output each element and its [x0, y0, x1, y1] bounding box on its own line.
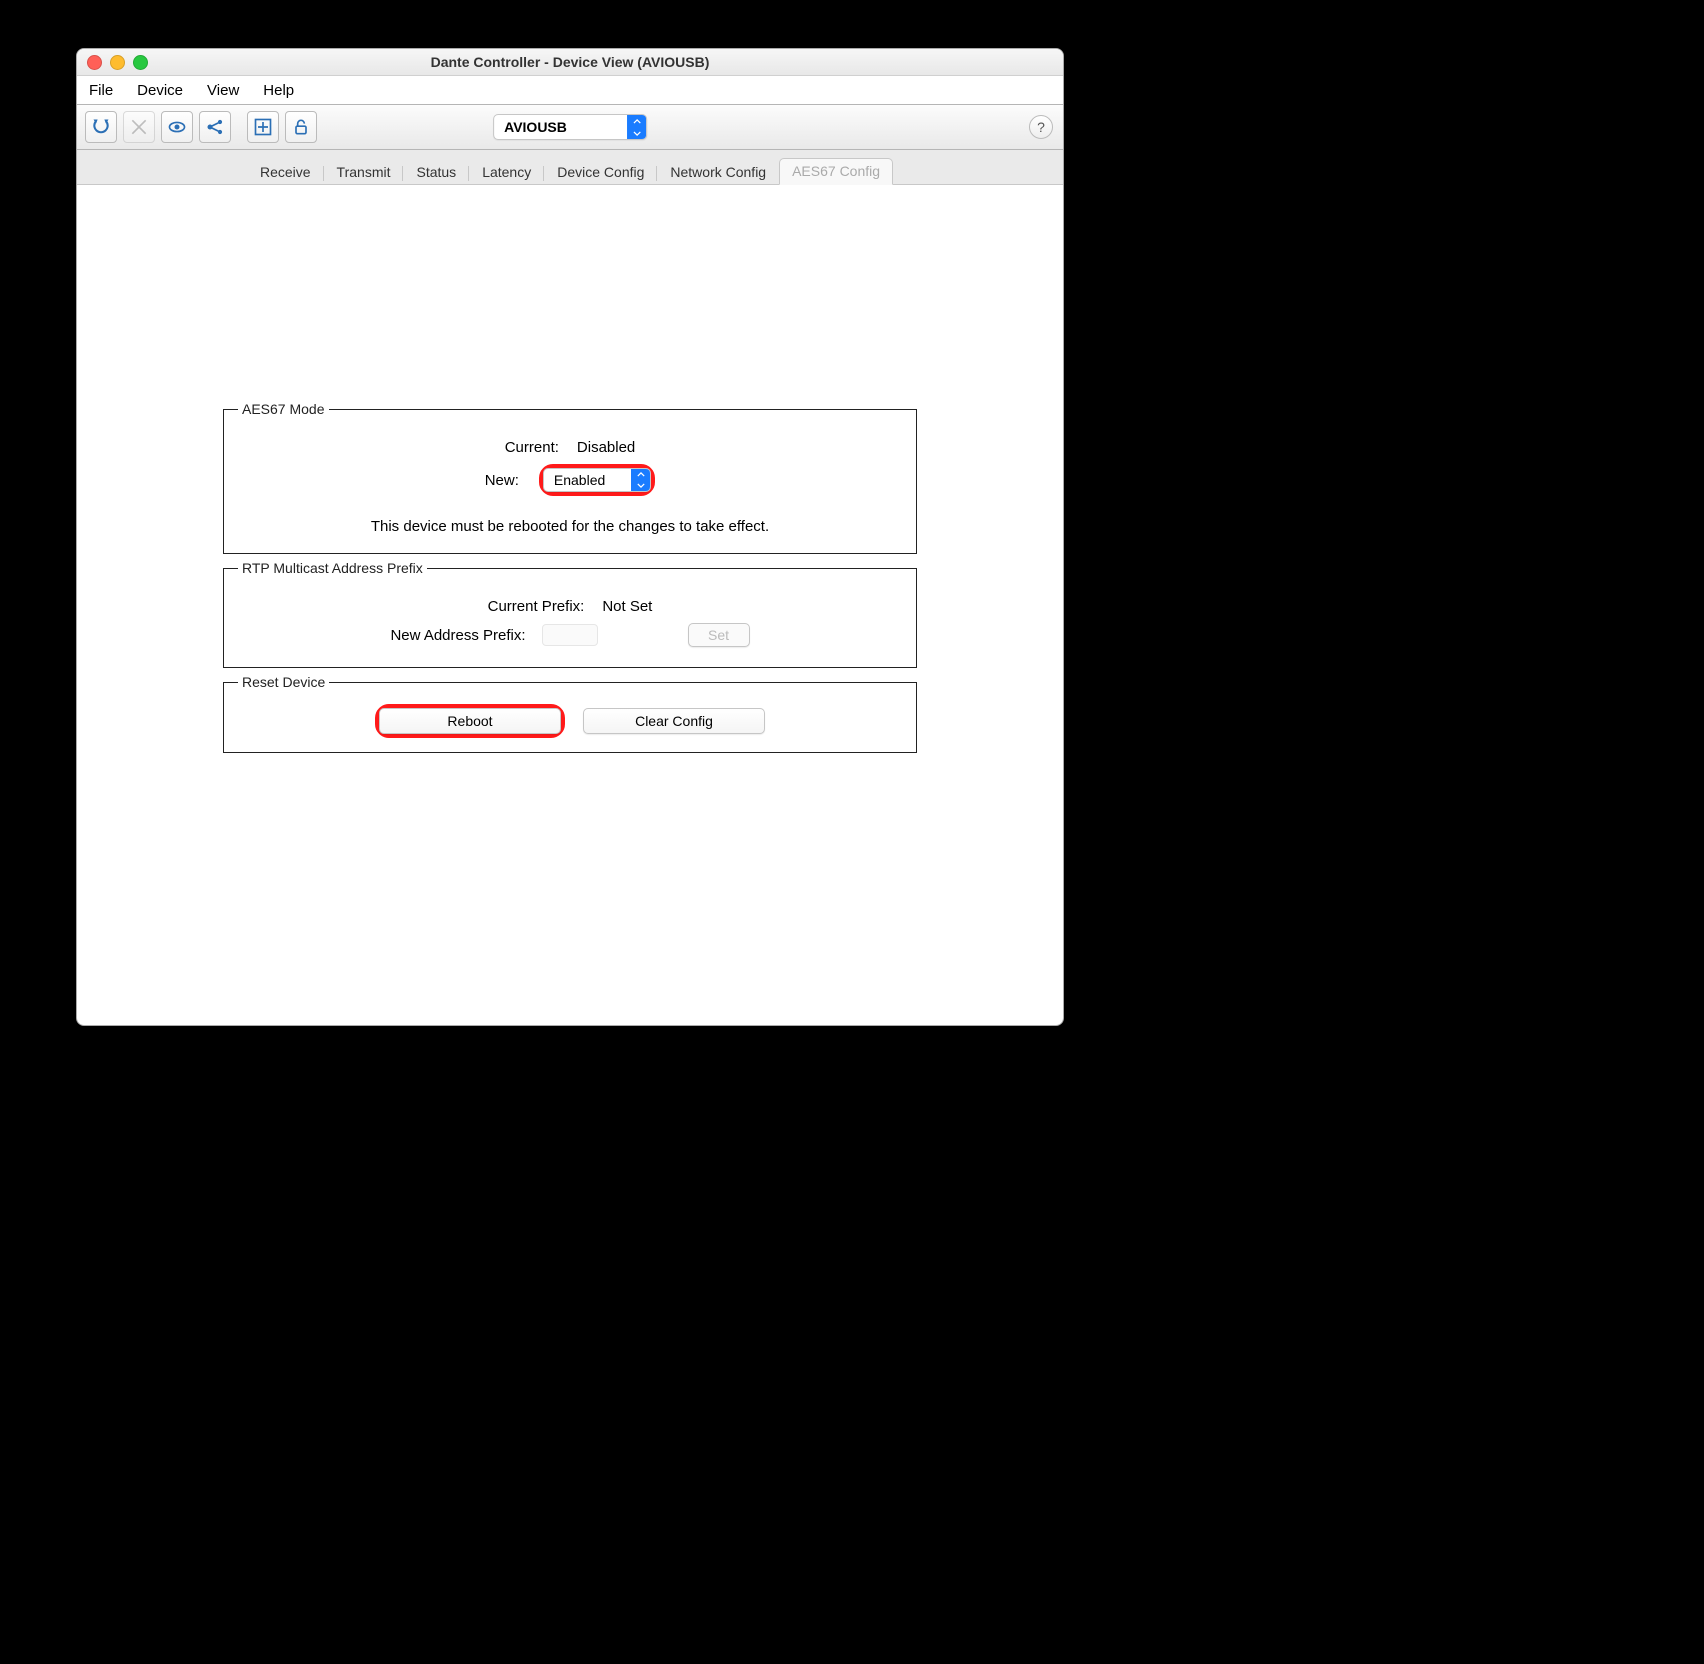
refresh-icon — [91, 117, 111, 137]
lock-icon — [291, 117, 311, 137]
aes67-current-value: Disabled — [577, 439, 635, 456]
tab-transmit[interactable]: Transmit — [324, 159, 404, 185]
lock-button[interactable] — [285, 111, 317, 143]
content: AES67 Mode Current: Disabled New: Enable… — [87, 185, 1053, 1015]
grid-icon — [129, 117, 149, 137]
rtp-current-value: Not Set — [602, 598, 652, 615]
reset-legend: Reset Device — [238, 674, 329, 690]
network-button[interactable] — [199, 111, 231, 143]
aes67-legend: AES67 Mode — [238, 401, 329, 417]
traffic-lights — [87, 55, 148, 70]
reboot-button[interactable]: Reboot — [379, 708, 561, 734]
device-select[interactable]: AVIOUSB — [493, 114, 647, 140]
window-title: Dante Controller - Device View (AVIOUSB) — [77, 54, 1063, 70]
rtp-new-label: New Address Prefix: — [390, 627, 535, 644]
titlebar: Dante Controller - Device View (AVIOUSB) — [77, 49, 1063, 76]
menu-view[interactable]: View — [203, 80, 243, 101]
select-stepper-icon — [631, 469, 650, 491]
plus-icon — [253, 117, 273, 137]
close-icon[interactable] — [87, 55, 102, 70]
tab-aes67-config[interactable]: AES67 Config — [779, 158, 893, 185]
eye-icon — [167, 117, 187, 137]
reset-device-group: Reset Device Reboot Clear Config — [223, 674, 917, 753]
rtp-current-label: Current Prefix: — [488, 598, 595, 615]
add-button[interactable] — [247, 111, 279, 143]
clear-config-button[interactable]: Clear Config — [583, 708, 765, 734]
help-icon: ? — [1037, 119, 1045, 135]
aes67-new-highlight: Enabled — [539, 464, 655, 496]
rtp-new-prefix-input[interactable] — [542, 624, 598, 646]
help-button[interactable]: ? — [1029, 115, 1053, 139]
reboot-highlight: Reboot — [375, 704, 565, 738]
window: Dante Controller - Device View (AVIOUSB)… — [76, 48, 1064, 1026]
tab-device-config[interactable]: Device Config — [544, 159, 657, 185]
rtp-prefix-group: RTP Multicast Address Prefix Current Pre… — [223, 560, 917, 668]
refresh-button[interactable] — [85, 111, 117, 143]
tab-network-config[interactable]: Network Config — [657, 159, 779, 185]
tabbar: Receive Transmit Status Latency Device C… — [77, 150, 1063, 185]
device-select-value: AVIOUSB — [494, 119, 627, 135]
rtp-legend: RTP Multicast Address Prefix — [238, 560, 427, 576]
aes67-mode-group: AES67 Mode Current: Disabled New: Enable… — [223, 401, 917, 554]
grid-button[interactable] — [123, 111, 155, 143]
menu-file[interactable]: File — [85, 80, 117, 101]
tab-receive[interactable]: Receive — [247, 159, 324, 185]
network-icon — [205, 117, 225, 137]
aes67-new-label: New: — [485, 472, 529, 489]
aes67-note: This device must be rebooted for the cha… — [238, 518, 902, 535]
tab-latency[interactable]: Latency — [469, 159, 544, 185]
menu-device[interactable]: Device — [133, 80, 187, 101]
eye-button[interactable] — [161, 111, 193, 143]
tab-status[interactable]: Status — [403, 159, 469, 185]
aes67-current-label: Current: — [505, 439, 569, 456]
menubar: File Device View Help — [77, 76, 1063, 105]
toolbar: AVIOUSB ? — [77, 105, 1063, 150]
menu-help[interactable]: Help — [259, 80, 298, 101]
aes67-new-value: Enabled — [544, 472, 631, 488]
zoom-icon[interactable] — [133, 55, 148, 70]
select-stepper-icon — [627, 115, 646, 139]
aes67-new-select[interactable]: Enabled — [543, 468, 651, 492]
minimize-icon[interactable] — [110, 55, 125, 70]
set-button[interactable]: Set — [688, 623, 750, 647]
